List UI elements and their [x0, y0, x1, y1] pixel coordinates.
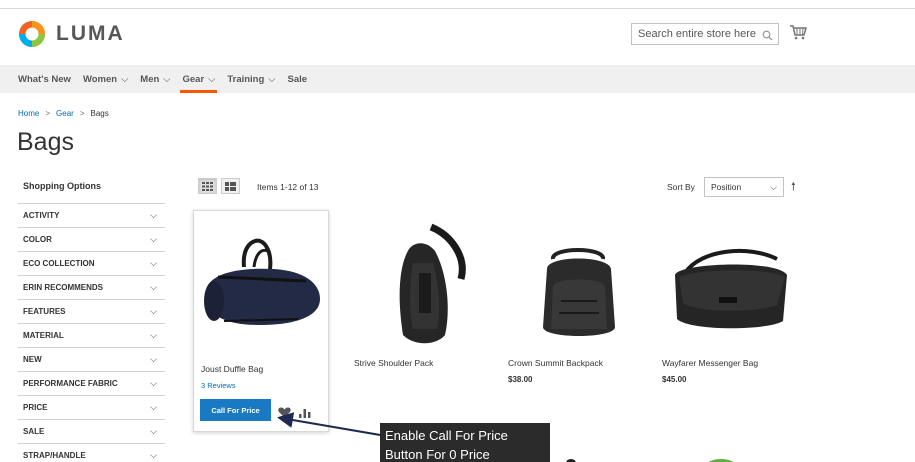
breadcrumb: Home > Gear > Bags [18, 109, 115, 118]
product-price: $38.00 [508, 375, 533, 384]
filter-label: STRAP/HANDLE [23, 451, 86, 460]
grid-view-icon[interactable] [198, 178, 217, 194]
product-name[interactable]: Joust Duffle Bag [201, 364, 263, 374]
chevron-down-icon: ⌵ [121, 73, 129, 85]
filter-features[interactable]: FEATURES ⌵ [18, 299, 165, 323]
next-row-product-image [708, 459, 734, 462]
filter-new[interactable]: NEW ⌵ [18, 347, 165, 371]
breadcrumb-separator: > [45, 109, 51, 118]
compare-icon[interactable] [299, 405, 311, 423]
sort-by-label: Sort By [667, 182, 695, 192]
toolbar-amount: Items 1-12 of 13 [257, 182, 319, 192]
chevron-down-icon: ⌵ [150, 234, 157, 244]
product-item-crown-summit-backpack[interactable]: Crown Summit Backpack $38.00 [508, 216, 648, 384]
heart-icon[interactable] [278, 405, 291, 423]
nav-label: Training [227, 73, 265, 85]
filter-material[interactable]: MATERIAL ⌵ [18, 323, 165, 347]
top-divider [0, 8, 915, 9]
nav-label: Women [82, 73, 118, 85]
filter-color[interactable]: COLOR ⌵ [18, 227, 165, 251]
nav-label: Gear [182, 73, 205, 85]
nav-item-women[interactable]: Women ⌵ [83, 65, 128, 93]
nav-label: What's New [18, 73, 71, 85]
chevron-down-icon: ⌵ [150, 282, 157, 292]
sort-direction-arrow-icon[interactable]: 🠕 [791, 178, 796, 197]
next-row-product-image [566, 459, 576, 462]
filter-label: PERFORMANCE FABRIC [23, 379, 118, 388]
chevron-down-icon: ⌵ [150, 258, 157, 268]
chevron-down-icon: ⌵ [150, 210, 157, 220]
filter-activity[interactable]: ACTIVITY ⌵ [18, 203, 165, 227]
chevron-down-icon: ⌵ [208, 73, 216, 85]
product-image[interactable] [354, 216, 494, 358]
filter-performance-fabric[interactable]: PERFORMANCE FABRIC ⌵ [18, 371, 165, 395]
store-logo[interactable]: LUMA [18, 20, 125, 48]
filter-list: ACTIVITY ⌵ COLOR ⌵ ECO COLLECTION ⌵ ERIN RE… [18, 203, 165, 462]
product-name[interactable]: Strive Shoulder Pack [354, 358, 494, 368]
product-name[interactable]: Wayfarer Messenger Bag [662, 358, 802, 368]
search-box[interactable] [631, 23, 779, 45]
nav-label: Men [140, 73, 160, 85]
annotation-callout: Enable Call For Price Button For 0 Price [380, 423, 550, 462]
filter-label: MATERIAL [23, 331, 64, 340]
chevron-down-icon: ⌵ [150, 402, 157, 412]
filter-erin-recommends[interactable]: ERIN RECOMMENDS ⌵ [18, 275, 165, 299]
breadcrumb-home[interactable]: Home [18, 109, 39, 118]
nav-item-training[interactable]: Training ⌵ [227, 65, 275, 93]
breadcrumb-current: Bags [90, 109, 109, 118]
product-image[interactable] [508, 216, 648, 358]
product-name[interactable]: Crown Summit Backpack [508, 358, 648, 368]
page-title: Bags [17, 128, 74, 156]
cart-icon[interactable] [789, 25, 807, 45]
filter-price[interactable]: PRICE ⌵ [18, 395, 165, 419]
callout-line-1: Enable Call For Price [385, 428, 508, 443]
search-icon[interactable] [762, 28, 773, 46]
main-navigation: What's New Women ⌵ Men ⌵ Gear ⌵ Training ⌵ S… [0, 65, 915, 93]
filter-label: COLOR [23, 235, 52, 244]
product-card-joust-duffle-bag[interactable]: Joust Duffle Bag 3 Reviews Call For Pric… [193, 210, 329, 432]
filter-eco-collection[interactable]: ECO COLLECTION ⌵ [18, 251, 165, 275]
product-reviews-link[interactable]: 3 Reviews [201, 381, 236, 390]
nav-label: Sale [287, 73, 308, 85]
nav-item-gear[interactable]: Gear ⌵ [180, 65, 218, 93]
chevron-down-icon: ⌵ [150, 426, 157, 436]
nav-item-men[interactable]: Men ⌵ [140, 65, 170, 93]
filter-label: SALE [23, 427, 45, 436]
breadcrumb-separator: > [79, 109, 85, 118]
chevron-down-icon: ⌵ [150, 330, 157, 340]
product-price: $45.00 [662, 375, 687, 384]
filter-label: NEW [23, 355, 42, 364]
nav-item-whats-new[interactable]: What's New [18, 65, 71, 93]
filter-label: FEATURES [23, 307, 66, 316]
call-for-price-button[interactable]: Call For Price [200, 399, 271, 421]
product-image[interactable] [194, 225, 328, 335]
chevron-down-icon: ⌵ [150, 450, 157, 460]
shopping-options-title: Shopping Options [23, 181, 101, 191]
sort-select[interactable]: Position ⌵ [704, 177, 784, 197]
breadcrumb-gear[interactable]: Gear [56, 109, 74, 118]
chevron-down-icon: ⌵ [150, 354, 157, 364]
luma-logo-icon [19, 21, 45, 47]
product-item-wayfarer-messenger-bag[interactable]: Wayfarer Messenger Bag $45.00 [662, 216, 802, 384]
filter-strap-handle[interactable]: STRAP/HANDLE ⌵ [18, 443, 165, 462]
view-mode-switcher [198, 178, 244, 194]
list-view-icon[interactable] [221, 178, 240, 194]
filter-label: ACTIVITY [23, 211, 60, 220]
filter-label: PRICE [23, 403, 48, 412]
chevron-down-icon: ⌵ [150, 378, 157, 388]
product-image[interactable] [662, 216, 802, 358]
chevron-down-icon: ⌵ [163, 73, 171, 85]
search-input[interactable] [638, 28, 756, 40]
callout-line-2: Button For 0 Price [385, 447, 490, 462]
logo-text: LUMA [56, 22, 125, 45]
chevron-down-icon: ⌵ [268, 73, 276, 85]
chevron-down-icon: ⌵ [770, 182, 777, 192]
filter-label: ECO COLLECTION [23, 259, 95, 268]
chevron-down-icon: ⌵ [150, 306, 157, 316]
product-item-strive-shoulder-pack[interactable]: Strive Shoulder Pack [354, 216, 494, 368]
sort-select-value: Position [711, 182, 742, 192]
nav-item-sale[interactable]: Sale [288, 65, 308, 93]
filter-sale[interactable]: SALE ⌵ [18, 419, 165, 443]
filter-label: ERIN RECOMMENDS [23, 283, 104, 292]
